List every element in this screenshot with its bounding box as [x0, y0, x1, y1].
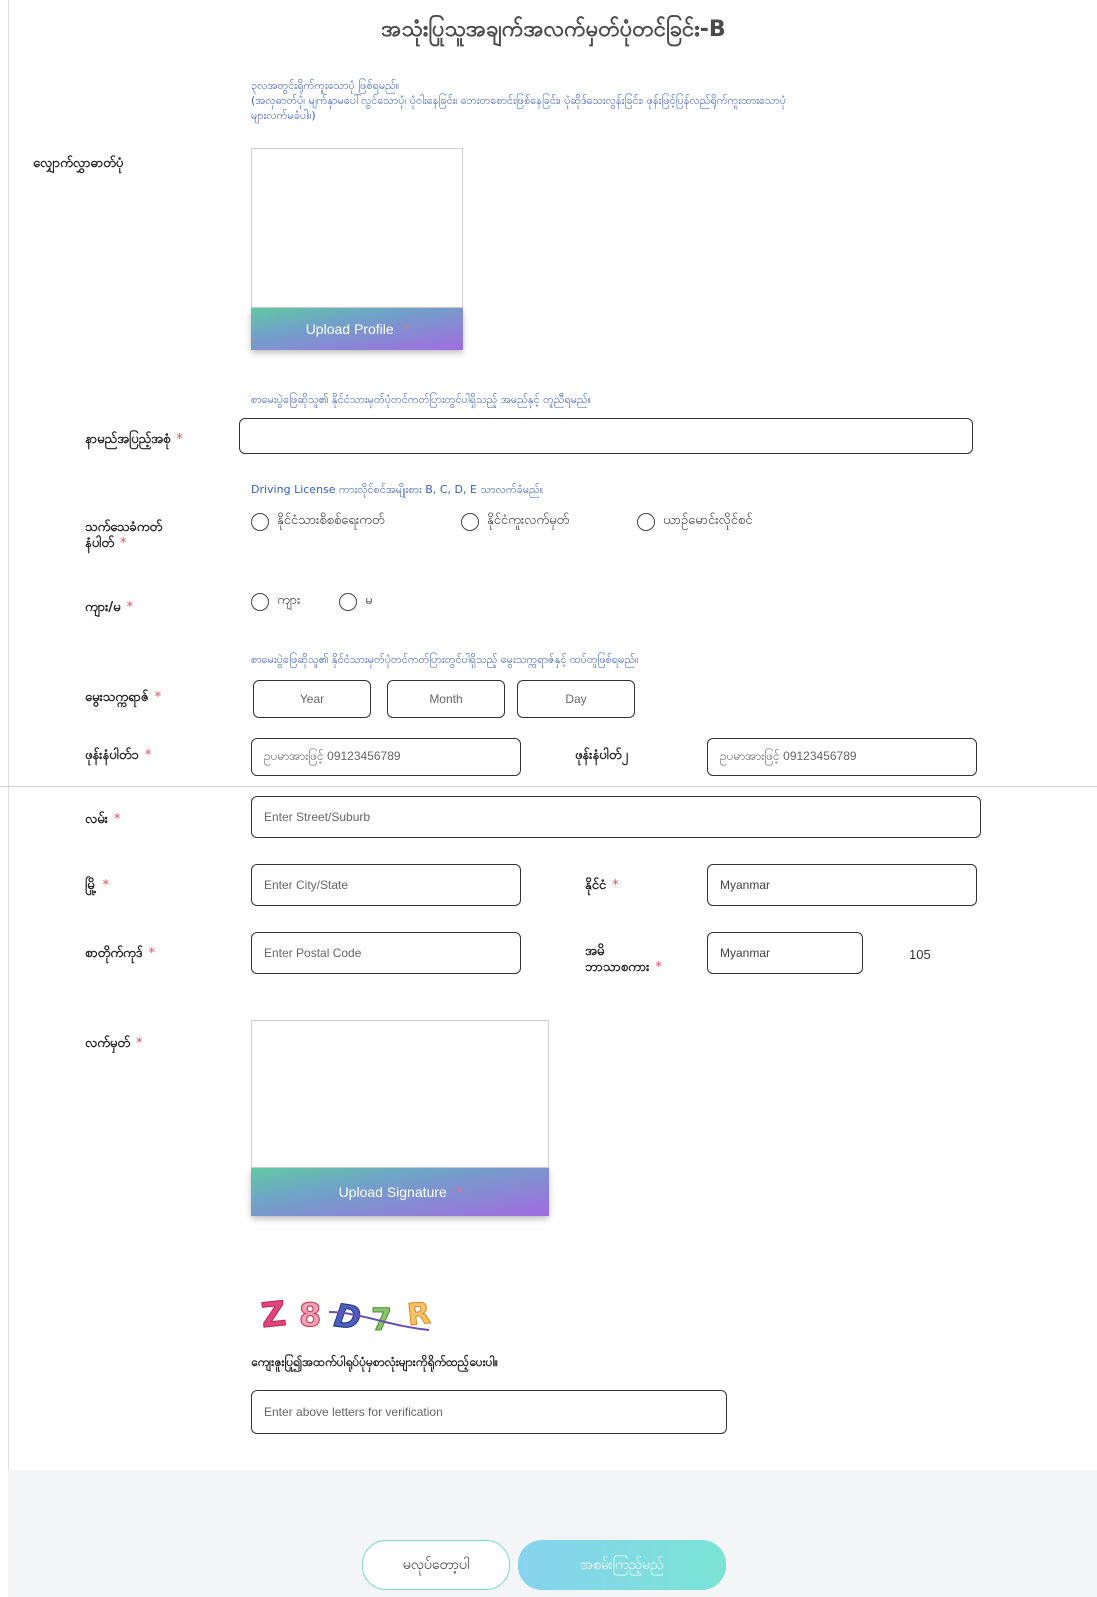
preview-submit-button[interactable]: အစမ်းကြည့်မည် [518, 1540, 726, 1590]
city-input[interactable]: Enter City/State [251, 864, 521, 906]
postal-label: စာတိုက်ကုဒ် * [85, 946, 155, 962]
form-footer: မလုပ်တော့ပါ အစမ်းကြည့်မည် [8, 1470, 1097, 1597]
captcha-char: 8 [299, 1296, 321, 1334]
signature-label-text: လက်မှတ် [85, 1036, 130, 1051]
country-label: နိုင်ငံ * [585, 878, 619, 894]
captcha-char: D [332, 1296, 364, 1337]
upload-signature-required: * [456, 1185, 462, 1199]
postal-required: * [148, 946, 156, 961]
city-required: * [102, 878, 110, 893]
street-required: * [113, 812, 121, 827]
registration-page: အသုံးပြုသူအချက်အလက်မှတ်ပုံတင်ခြင်း-B ၃လအ… [0, 0, 1097, 1597]
city-label-text: မြို့ [85, 878, 97, 893]
cancel-button[interactable]: မလုပ်တော့ပါ [362, 1540, 510, 1590]
language-required: * [655, 960, 662, 975]
postal-input[interactable]: Enter Postal Code [251, 932, 521, 974]
postal-label-text: စာတိုက်ကုဒ် [85, 946, 143, 961]
upload-signature-label: Upload Signature [338, 1184, 447, 1200]
country-select[interactable]: Myanmar [707, 864, 977, 906]
upload-signature-button[interactable]: Upload Signature * [251, 1168, 549, 1216]
signature-preview [251, 1020, 549, 1168]
language-label-line1: အမိ [585, 944, 605, 959]
street-label-text: လမ်း [85, 812, 108, 827]
language-select[interactable]: Myanmar [707, 932, 863, 974]
country-required: * [612, 878, 619, 893]
street-label: လမ်း * [85, 812, 120, 828]
signature-label: လက်မှတ် * [85, 1036, 143, 1052]
city-label: မြို့ * [85, 878, 109, 894]
street-input[interactable]: Enter Street/Suburb [251, 796, 981, 838]
language-label-line2: ဘာသာစကား [585, 960, 650, 975]
language-label: အမိ ဘာသာစကား * [585, 944, 662, 976]
signature-required: * [136, 1036, 143, 1051]
language-count: 105 [909, 947, 931, 962]
captcha-image: Z 8 D 7 R [259, 1282, 449, 1338]
country-label-text: နိုင်ငံ [585, 878, 607, 893]
captcha-svg: Z 8 D 7 R [259, 1293, 433, 1338]
form-card-lower: လမ်း * Enter Street/Suburb မြို့ * Enter C… [8, 0, 1097, 1470]
captcha-instruction: ကျေးဇူးပြု၍အထက်ပါရုပ်ပုံမှစာလုံးများကိုရ… [251, 1355, 499, 1369]
captcha-input[interactable]: Enter above letters for verification [251, 1390, 727, 1434]
captcha-char: Z [259, 1294, 288, 1336]
